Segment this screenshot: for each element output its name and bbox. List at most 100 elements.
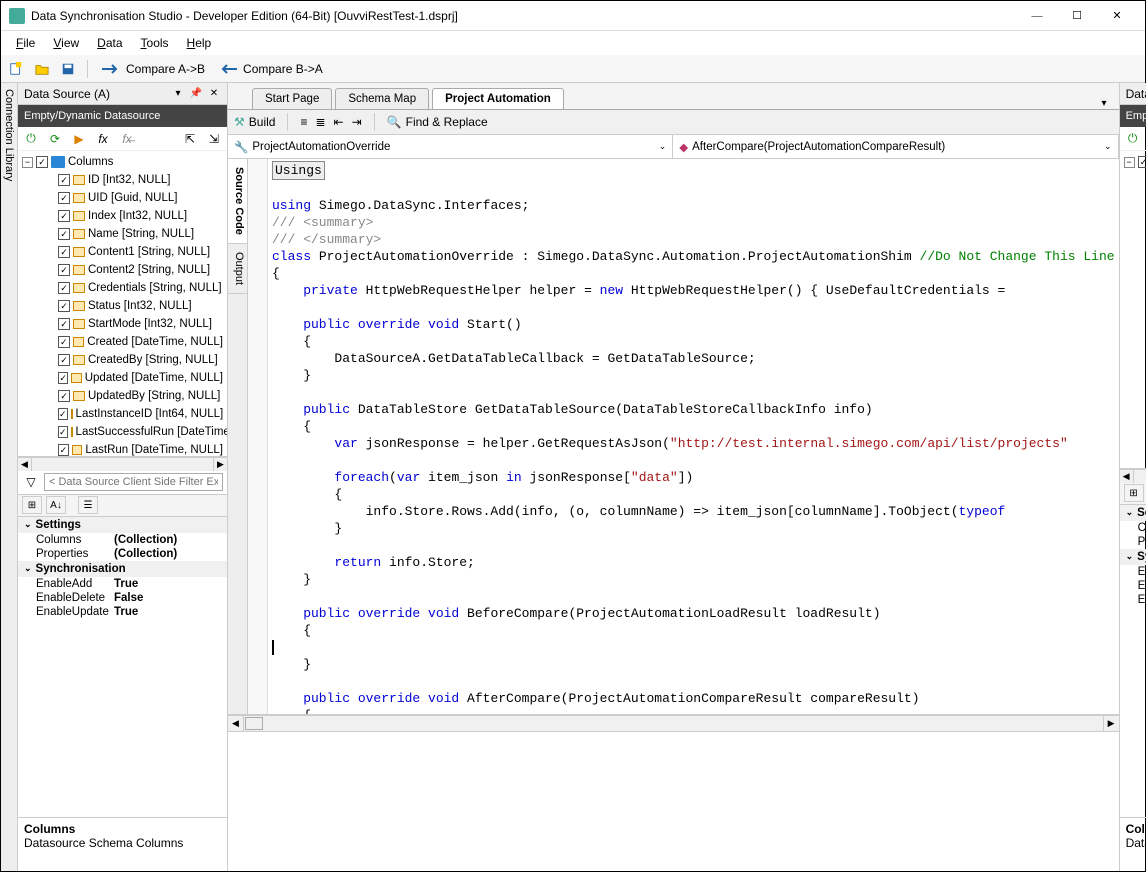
tree-checkbox[interactable]: ✓ xyxy=(58,354,70,366)
tree-checkbox[interactable]: ✓ xyxy=(58,336,70,348)
menu-view[interactable]: View xyxy=(44,33,88,53)
tree-column-item[interactable]: ✓ID [Int32, NULL] xyxy=(1124,171,1146,189)
propgrid-icon[interactable]: ☰ xyxy=(78,496,98,514)
tree-column-item[interactable]: ✓StartMode [Int32, NULL] xyxy=(22,315,223,333)
tree-checkbox[interactable]: ✓ xyxy=(58,264,70,276)
tree-checkbox[interactable]: ✓ xyxy=(1138,156,1146,168)
pane-a-close-icon[interactable]: ✕ xyxy=(207,87,221,101)
indent-icon[interactable]: ⇥ xyxy=(352,115,362,129)
tree-column-item[interactable]: ✓Index [Int32, NULL] xyxy=(22,207,223,225)
tree-column-item[interactable]: ✓LastRun [DateTime, NULL] xyxy=(22,441,223,457)
alphabetical-icon[interactable]: A↓ xyxy=(46,496,66,514)
tree-column-item[interactable]: ✓Name [String, NULL] xyxy=(22,225,223,243)
class-dropdown[interactable]: 🔧ProjectAutomationOverride⌄ xyxy=(228,135,673,158)
tree-column-item[interactable]: ✓Credentials [String, NULL] xyxy=(1124,279,1146,297)
tab-schema-map[interactable]: Schema Map xyxy=(335,88,429,109)
tree-column-item[interactable]: ✓LastRun [DateTime, NULL] xyxy=(1124,441,1146,459)
tree-checkbox[interactable]: ✓ xyxy=(58,426,68,438)
play-icon[interactable]: ▶ xyxy=(70,130,88,148)
tree-a-hscroll[interactable]: ◀▶ xyxy=(18,457,227,471)
code-area[interactable]: Usings using Simego.DataSync.Interfaces;… xyxy=(268,159,1119,714)
tree-column-item[interactable]: ✓UID [Guid, NULL] xyxy=(1124,189,1146,207)
tree-column-item[interactable]: ✓Content2 [String, NULL] xyxy=(1124,261,1146,279)
member-dropdown[interactable]: ◆AfterCompare(ProjectAutomationCompareRe… xyxy=(673,135,1118,158)
minimize-button[interactable]: — xyxy=(1017,1,1057,31)
tree-column-item[interactable]: ✓Created [DateTime, NULL] xyxy=(22,333,223,351)
tree-column-item[interactable]: ✓Content1 [String, NULL] xyxy=(1124,243,1146,261)
tree-checkbox[interactable]: ✓ xyxy=(58,444,69,456)
connection-library-dock[interactable]: Connection Library xyxy=(1,83,18,871)
indent-left-icon[interactable]: ≡ xyxy=(300,115,307,129)
menu-tools[interactable]: Tools xyxy=(132,33,178,53)
source-columns-tree[interactable]: −✓Columns✓ID [Int32, NULL]✓UID [Guid, NU… xyxy=(18,151,227,457)
tree-column-item[interactable]: ✓LastSuccessfulRun [DateTime, NULL] xyxy=(1124,423,1146,441)
tree-b-hscroll[interactable]: ◀▶ xyxy=(1120,469,1146,483)
tree-column-item[interactable]: ✓Credentials [String, NULL] xyxy=(22,279,223,297)
tree-checkbox[interactable]: ✓ xyxy=(58,390,70,402)
tree-column-item[interactable]: ✓UpdatedBy [String, NULL] xyxy=(22,387,223,405)
tree-collapse-icon[interactable]: − xyxy=(22,157,33,168)
save-project-button[interactable] xyxy=(57,58,79,80)
tree-column-item[interactable]: ✓CreatedBy [String, NULL] xyxy=(1124,351,1146,369)
tree-column-item[interactable]: ✓Index [Int32, NULL] xyxy=(1124,207,1146,225)
export-icon[interactable]: ⇱ xyxy=(181,130,199,148)
indent-right-icon[interactable]: ≣ xyxy=(315,115,325,129)
tree-checkbox[interactable]: ✓ xyxy=(58,282,70,294)
fx-remove-icon[interactable]: fx̶ xyxy=(118,130,136,148)
tree-checkbox[interactable]: ✓ xyxy=(58,300,70,312)
tree-collapse-icon[interactable]: − xyxy=(1124,157,1135,168)
tree-column-item[interactable]: ✓Status [Int32, NULL] xyxy=(22,297,223,315)
tree-column-item[interactable]: ✓StartMode [Int32, NULL] xyxy=(1124,315,1146,333)
categorized-icon[interactable]: ⊞ xyxy=(22,496,42,514)
tree-column-item[interactable]: ✓UpdatedBy [String, NULL] xyxy=(1124,387,1146,405)
source-code-tab[interactable]: Source Code xyxy=(228,159,247,244)
tree-column-item[interactable]: ✓Name [String, NULL] xyxy=(1124,225,1146,243)
tree-checkbox[interactable]: ✓ xyxy=(58,318,70,330)
dest-columns-tree[interactable]: −✓Columns✓ID [Int32, NULL]✓UID [Guid, NU… xyxy=(1120,151,1146,469)
tree-column-item[interactable]: ✓LastInstanceID [Int64, NULL] xyxy=(1124,405,1146,423)
tree-column-item[interactable]: ✓LastSuccessfulRun [DateTime, NULL] xyxy=(22,423,223,441)
close-button[interactable]: ✕ xyxy=(1097,1,1137,31)
tree-checkbox[interactable]: ✓ xyxy=(58,408,68,420)
tree-column-item[interactable]: ✓UID [Guid, NULL] xyxy=(22,189,223,207)
fx-icon[interactable]: fx xyxy=(94,130,112,148)
import-icon[interactable]: ⇲ xyxy=(205,130,223,148)
props-a-sync-cat[interactable]: Synchronisation xyxy=(36,563,126,575)
build-button[interactable]: ⚒Build xyxy=(234,115,275,129)
tree-column-item[interactable]: ✓Content1 [String, NULL] xyxy=(22,243,223,261)
filter-icon[interactable]: ▽ xyxy=(22,473,40,491)
props-b-settings-cat[interactable]: Settings xyxy=(1137,507,1146,519)
tree-checkbox[interactable]: ✓ xyxy=(58,210,70,222)
tree-column-item[interactable]: ✓CreatedBy [String, NULL] xyxy=(22,351,223,369)
menu-help[interactable]: Help xyxy=(178,33,221,53)
tree-column-item[interactable]: ✓Content2 [String, NULL] xyxy=(22,261,223,279)
categorized-icon[interactable]: ⊞ xyxy=(1124,484,1144,502)
editor-hscroll[interactable]: ◀▶ xyxy=(228,715,1119,731)
power-icon[interactable]: ⏻ xyxy=(22,130,40,148)
code-editor[interactable]: Usings using Simego.DataSync.Interfaces;… xyxy=(248,159,1119,714)
tree-column-item[interactable]: ✓LastInstanceID [Int64, NULL] xyxy=(22,405,223,423)
output-bottom-pane[interactable] xyxy=(228,731,1119,871)
tree-checkbox[interactable]: ✓ xyxy=(58,246,70,258)
props-b-grid[interactable]: ⌄Settings Columns(Collection) Properties… xyxy=(1120,505,1146,818)
tree-column-item[interactable]: ✓Updated [DateTime, NULL] xyxy=(22,369,223,387)
tree-checkbox[interactable]: ✓ xyxy=(36,156,48,168)
props-a-settings-cat[interactable]: Settings xyxy=(36,519,81,531)
refresh-icon[interactable]: ⟳ xyxy=(46,130,64,148)
tab-project-automation[interactable]: Project Automation xyxy=(432,88,564,109)
tree-column-item[interactable]: ✓Updated [DateTime, NULL] xyxy=(1124,369,1146,387)
open-project-button[interactable] xyxy=(31,58,53,80)
tree-column-item[interactable]: ✓Status [Int32, NULL] xyxy=(1124,297,1146,315)
tree-checkbox[interactable]: ✓ xyxy=(58,174,70,186)
output-tab[interactable]: Output xyxy=(228,244,247,294)
maximize-button[interactable]: ☐ xyxy=(1057,1,1097,31)
pane-a-dropdown[interactable]: ▾ xyxy=(171,87,185,101)
tree-checkbox[interactable]: ✓ xyxy=(58,372,68,384)
tree-checkbox[interactable]: ✓ xyxy=(58,228,70,240)
compare-ab-button[interactable]: Compare A->B xyxy=(96,62,209,76)
compare-ba-button[interactable]: Compare B->A xyxy=(213,62,327,76)
pane-a-pin-icon[interactable]: 📌 xyxy=(189,87,203,101)
source-filter-input[interactable] xyxy=(44,473,223,491)
props-a-grid[interactable]: ⌄Settings Columns(Collection) Properties… xyxy=(18,517,227,818)
menu-data[interactable]: Data xyxy=(88,33,131,53)
